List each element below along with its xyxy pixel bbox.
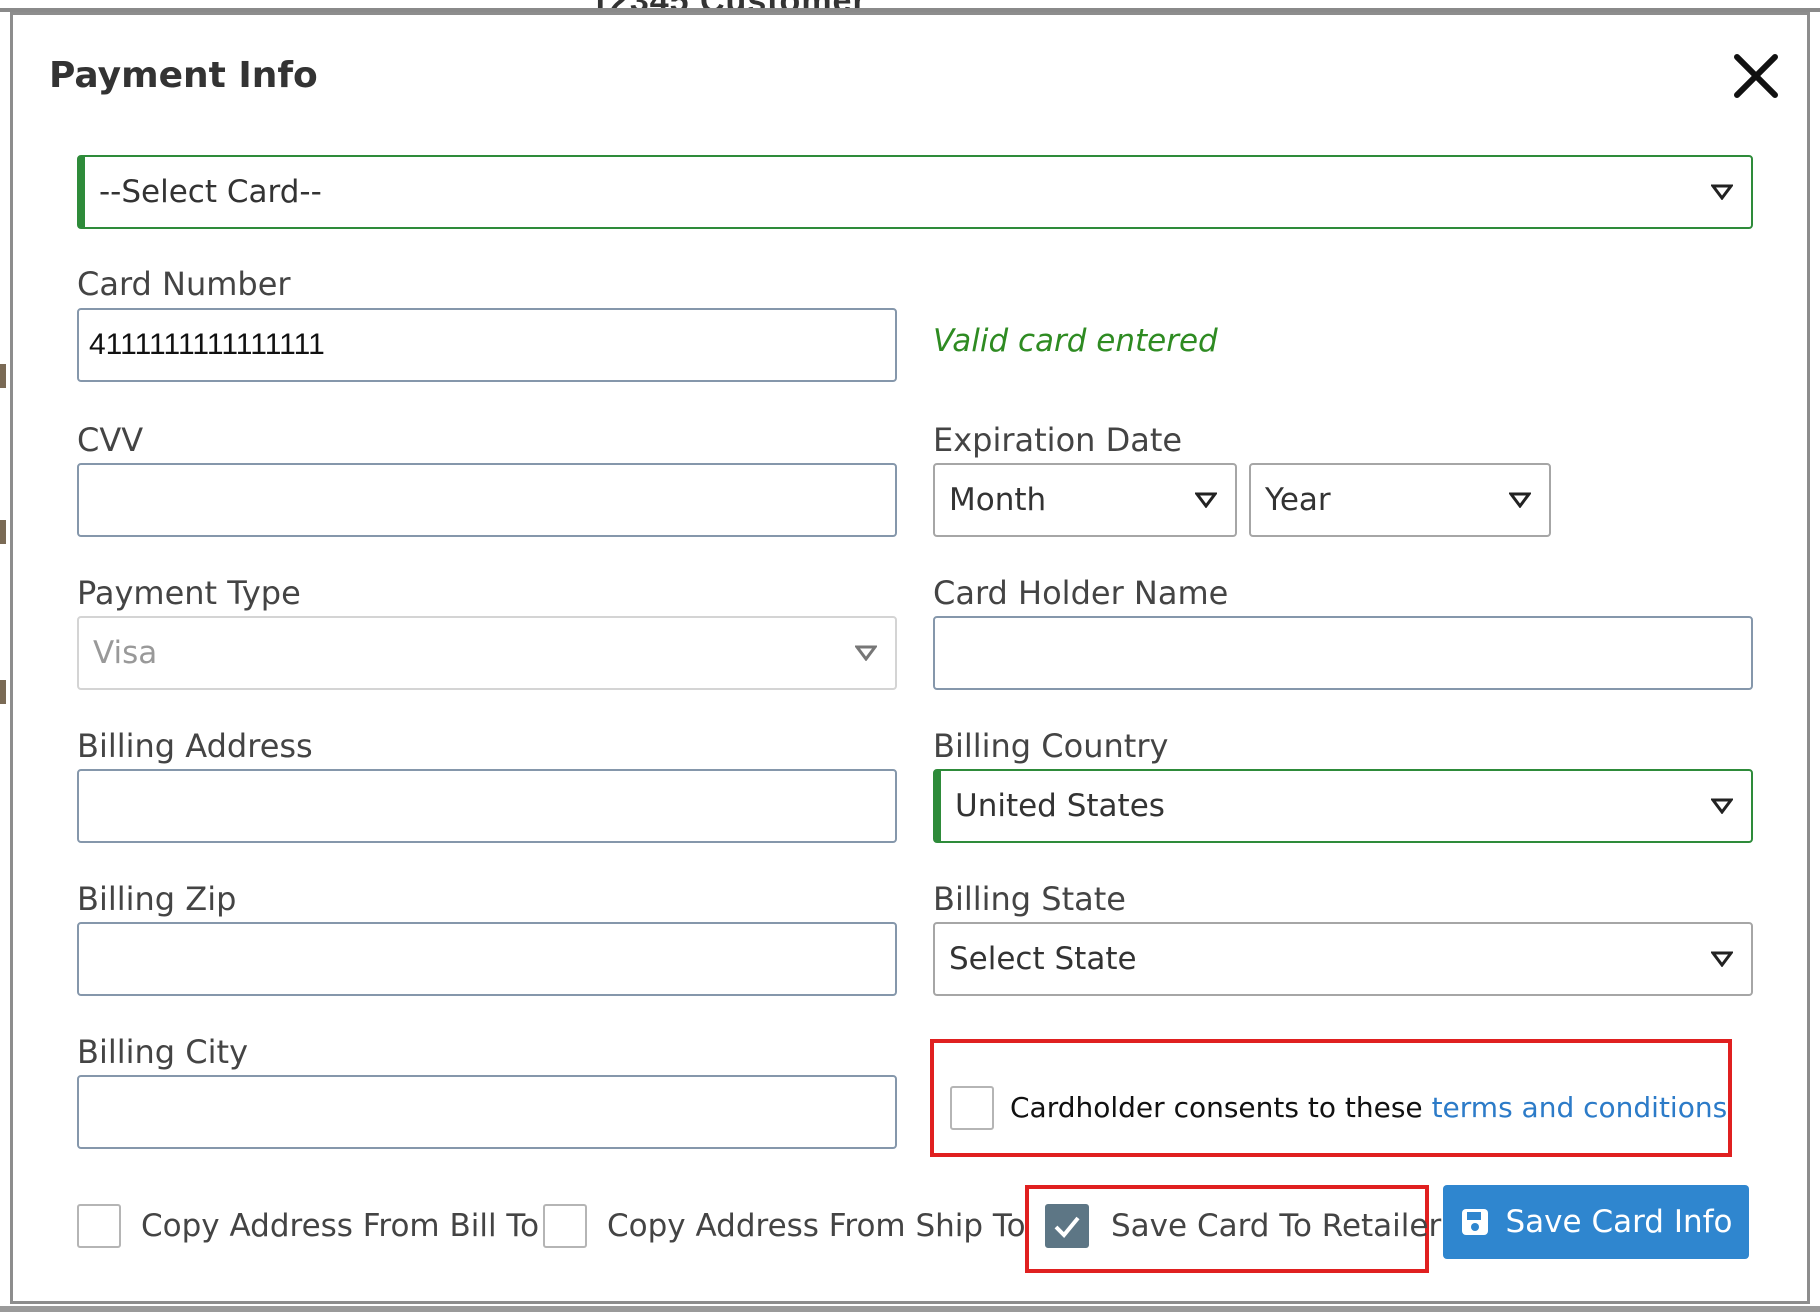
billing-zip-label: Billing Zip <box>77 880 237 918</box>
terms-and-conditions-link[interactable]: terms and conditions <box>1432 1091 1728 1124</box>
select-card-dropdown[interactable]: --Select Card-- <box>77 155 1753 229</box>
caret-down-icon <box>1711 798 1733 814</box>
expiration-year-value: Year <box>1265 482 1331 518</box>
card-number-input[interactable] <box>77 308 897 382</box>
billing-city-input[interactable] <box>77 1075 897 1149</box>
expiration-month-value: Month <box>949 482 1047 518</box>
payment-type-label: Payment Type <box>77 574 301 612</box>
close-icon[interactable] <box>1731 51 1781 101</box>
checkmark-icon <box>1054 1216 1080 1238</box>
expiration-year-select[interactable]: Year <box>1249 463 1551 537</box>
caret-down-icon <box>855 645 877 661</box>
billing-country-label: Billing Country <box>933 727 1169 765</box>
copy-ship-to-label: Copy Address From Ship To <box>607 1208 1026 1244</box>
expiration-date-label: Expiration Date <box>933 421 1183 459</box>
save-to-retailer-checkbox[interactable] <box>1045 1204 1089 1248</box>
billing-country-select[interactable]: United States <box>933 769 1753 843</box>
billing-zip-input[interactable] <box>77 922 897 996</box>
payment-type-select: Visa <box>77 616 897 690</box>
cvv-input[interactable] <box>77 463 897 537</box>
billing-address-label: Billing Address <box>77 727 313 765</box>
copy-ship-to-checkbox[interactable] <box>543 1204 587 1248</box>
background-edge-mark <box>0 680 6 704</box>
copy-bill-to-label: Copy Address From Bill To <box>141 1208 540 1244</box>
cvv-label: CVV <box>77 421 144 459</box>
billing-country-value: United States <box>955 788 1165 824</box>
billing-state-value: Select State <box>949 941 1137 977</box>
consent-checkbox[interactable] <box>950 1086 994 1130</box>
caret-down-icon <box>1711 184 1733 200</box>
copy-bill-to-checkbox[interactable] <box>77 1204 121 1248</box>
card-holder-name-label: Card Holder Name <box>933 574 1229 612</box>
save-to-retailer-label: Save Card To Retailer <box>1111 1208 1442 1244</box>
expiration-month-select[interactable]: Month <box>933 463 1237 537</box>
caret-down-icon <box>1711 951 1733 967</box>
caret-down-icon <box>1509 492 1531 508</box>
modal-title: Payment Info <box>49 55 318 96</box>
billing-state-select[interactable]: Select State <box>933 922 1753 996</box>
card-holder-name-input[interactable] <box>933 616 1753 690</box>
select-card-value: --Select Card-- <box>99 174 322 210</box>
caret-down-icon <box>1195 492 1217 508</box>
background-edge-mark <box>0 364 6 388</box>
card-number-label: Card Number <box>77 265 291 303</box>
save-card-info-label: Save Card Info <box>1505 1204 1733 1240</box>
floppy-disk-icon <box>1461 1209 1488 1235</box>
billing-address-input[interactable] <box>77 769 897 843</box>
save-card-info-button[interactable]: Save Card Info <box>1443 1185 1749 1259</box>
valid-card-message: Valid card entered <box>933 323 1218 359</box>
consent-label: Cardholder consents to these <box>1010 1091 1423 1124</box>
background-divider-bottom <box>0 1306 1820 1312</box>
payment-type-value: Visa <box>93 635 158 671</box>
billing-state-label: Billing State <box>933 880 1126 918</box>
background-edge-mark <box>0 520 6 544</box>
billing-city-label: Billing City <box>77 1033 248 1071</box>
payment-info-modal: Payment Info --Select Card-- Card Number… <box>10 12 1810 1304</box>
consent-text: Cardholder consents to these terms and c… <box>1010 1091 1727 1124</box>
